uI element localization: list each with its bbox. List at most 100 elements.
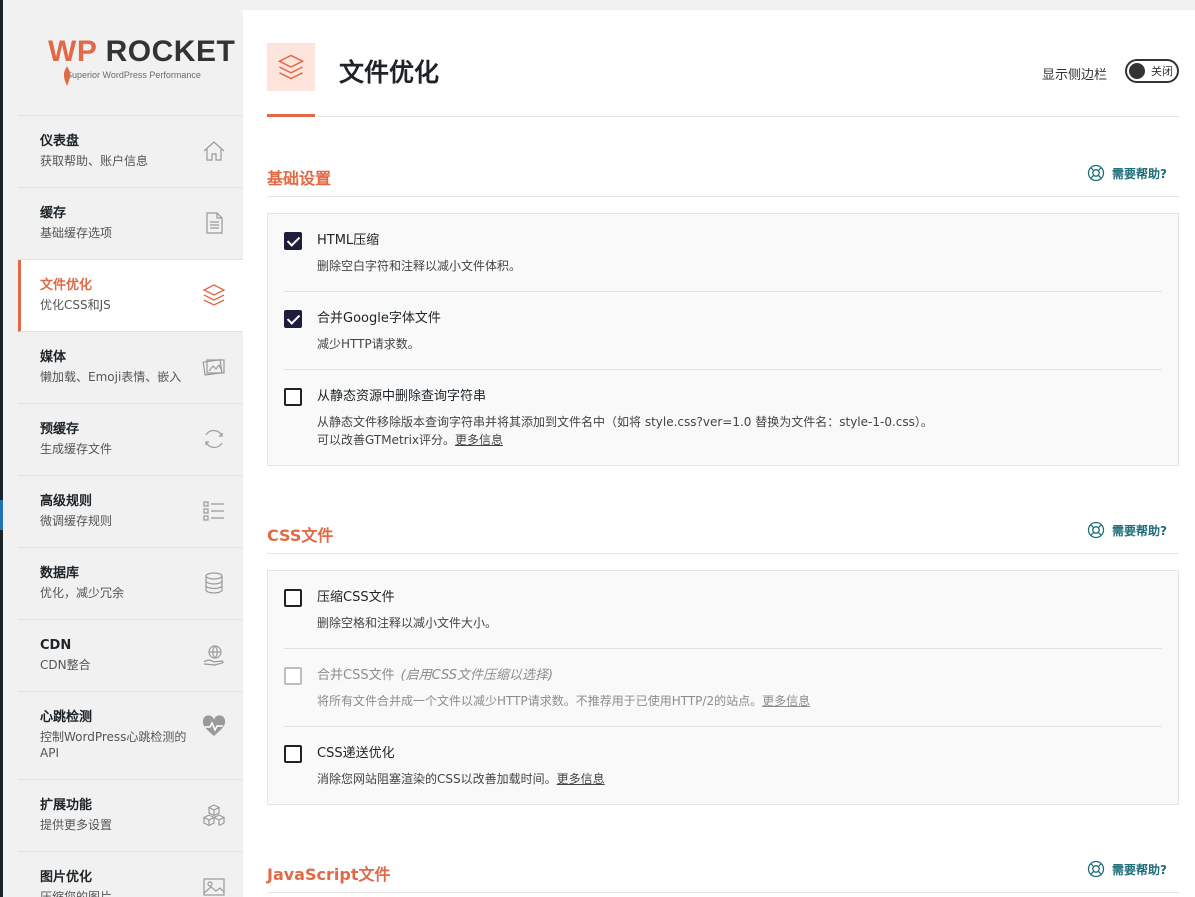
help-label: 需要帮助?	[1112, 862, 1167, 877]
option-description-text: 可以改善GTMetrix评分。	[317, 433, 456, 447]
nav-item-subtitle: 微调缓存规则	[40, 514, 113, 528]
option-label: 合并CSS文件 (启用CSS文件压缩以选择)	[317, 667, 1162, 685]
sidebar: WP ROCKET Superior WordPress Performance…	[3, 0, 243, 897]
option-label: HTML压缩	[317, 233, 380, 248]
lifebuoy-icon	[1087, 521, 1105, 539]
rocket-flame-icon	[63, 66, 71, 86]
checkbox-optimize-css-delivery[interactable]	[284, 745, 302, 763]
option-description: 减少HTTP请求数。	[317, 337, 420, 351]
nav-item-cdn[interactable]: CDN CDN整合	[18, 620, 243, 692]
nav-item-subtitle: 获取帮助、账户信息	[40, 154, 149, 168]
nav-item-database[interactable]: 数据库 优化，减少冗余	[18, 548, 243, 620]
nav-item-subtitle: 基础缓存选项	[40, 226, 113, 240]
nav-item-cache[interactable]: 缓存 基础缓存选项	[18, 188, 243, 260]
nav-item-advanced-rules[interactable]: 高级规则 微调缓存规则	[18, 476, 243, 548]
option-description-text: 消除您网站阻塞渲染的CSS以改善加载时间。	[317, 772, 557, 786]
option-description: 消除您网站阻塞渲染的CSS以改善加载时间。更多信息	[317, 770, 1162, 788]
option-description-text: 将所有文件合并成一个文件以减少HTTP请求数。不推荐用于已使用HTTP/2的站点…	[317, 694, 763, 708]
section-title: CSS文件	[267, 526, 334, 545]
checkbox-minify-html[interactable]	[284, 232, 302, 250]
option-combine-google-fonts: 合并Google字体文件 减少HTTP请求数。	[284, 292, 1162, 370]
toggle-state-text: 关闭	[1151, 65, 1173, 78]
help-label: 需要帮助?	[1112, 166, 1167, 181]
option-description-line: 从静态文件移除版本查询字符串并将其添加到文件名中（如将 style.css?ve…	[317, 415, 933, 429]
page-header: 文件优化 显示侧边栏 关闭	[267, 10, 1179, 117]
home-icon	[201, 138, 227, 164]
section-title: JavaScript文件	[267, 865, 391, 884]
layers-icon	[201, 282, 227, 308]
checkbox-remove-query-strings[interactable]	[284, 388, 302, 406]
option-minify-css: 压缩CSS文件 删除空格和注释以减小文件大小。	[284, 571, 1162, 649]
list-icon	[201, 498, 227, 524]
nav-item-image-optimization[interactable]: 图片优化 压缩您的图片	[18, 852, 243, 897]
toggle-knob	[1129, 63, 1145, 79]
header-accent-bar	[267, 114, 315, 117]
wp-rocket-logo: WP ROCKET Superior WordPress Performance	[18, 0, 243, 116]
page-title: 文件优化	[339, 58, 440, 87]
option-description-line-2: 可以改善GTMetrix评分。更多信息	[317, 431, 1162, 449]
option-remove-query-strings: 从静态资源中删除查询字符串 从静态文件移除版本查询字符串并将其添加到文件名中（如…	[284, 370, 1162, 465]
logo-rocket: ROCKET	[96, 35, 236, 68]
help-label: 需要帮助?	[1112, 523, 1167, 538]
image-icon	[201, 874, 227, 897]
more-info-link[interactable]: 更多信息	[455, 433, 503, 447]
lifebuoy-icon	[1087, 860, 1105, 878]
nav-item-addons[interactable]: 扩展功能 提供更多设置	[18, 780, 243, 852]
checkbox-combine-google-fonts[interactable]	[284, 310, 302, 328]
heartbeat-icon	[201, 714, 227, 740]
option-label-text: 合并CSS文件	[317, 668, 395, 683]
option-description: 将所有文件合并成一个文件以减少HTTP请求数。不推荐用于已使用HTTP/2的站点…	[317, 692, 1162, 710]
refresh-icon	[201, 426, 227, 452]
help-link[interactable]: 需要帮助?	[1087, 521, 1167, 539]
section-title: 基础设置	[267, 169, 332, 188]
header-layers-icon	[267, 43, 315, 91]
nav-item-file-optimization[interactable]: 文件优化 优化CSS和JS	[18, 260, 243, 332]
settings-panel-css: 压缩CSS文件 删除空格和注释以减小文件大小。 合并CSS文件 (启用CSS文件压…	[267, 570, 1179, 805]
option-minify-html: HTML压缩 删除空白字符和注释以减小文件体积。	[284, 214, 1162, 292]
settings-nav: 仪表盘 获取帮助、账户信息 缓存 基础缓存选项 文件优化 优化CSS和JS 媒体…	[18, 116, 243, 897]
globe-hand-icon	[201, 642, 227, 668]
option-label: CSS递送优化	[317, 746, 395, 761]
help-link[interactable]: 需要帮助?	[1087, 164, 1167, 182]
checkbox-combine-css[interactable]	[284, 667, 302, 685]
option-label: 从静态资源中删除查询字符串	[317, 389, 487, 404]
lifebuoy-icon	[1087, 164, 1105, 182]
logo-tagline: Superior WordPress Performance	[66, 70, 201, 80]
more-info-link[interactable]: 更多信息	[557, 772, 605, 786]
nav-item-subtitle: 控制WordPress心跳检测的API	[40, 730, 187, 760]
nav-item-preload[interactable]: 预缓存 生成缓存文件	[18, 404, 243, 476]
section-header-basic: 基础设置 需要帮助?	[267, 157, 1179, 197]
option-description: 从静态文件移除版本查询字符串并将其添加到文件名中（如将 style.css?ve…	[317, 413, 1162, 449]
checkbox-minify-css[interactable]	[284, 589, 302, 607]
nav-item-heartbeat[interactable]: 心跳检测 控制WordPress心跳检测的API	[18, 692, 243, 780]
nav-item-subtitle: 压缩您的图片	[40, 890, 113, 897]
help-link[interactable]: 需要帮助?	[1087, 860, 1167, 878]
main-content: 文件优化 显示侧边栏 关闭 基础设置 需要帮助? HTML压缩 删除空白字符和注…	[243, 10, 1195, 897]
logo-wordmark: WP ROCKET	[48, 35, 243, 68]
section-header-js: JavaScript文件 需要帮助?	[267, 853, 1179, 893]
option-note: (启用CSS文件压缩以选择)	[400, 668, 554, 683]
nav-item-dashboard[interactable]: 仪表盘 获取帮助、账户信息	[18, 116, 243, 188]
section-header-css: CSS文件 需要帮助?	[267, 514, 1179, 554]
settings-panel-basic: HTML压缩 删除空白字符和注释以减小文件体积。 合并Google字体文件 减少…	[267, 213, 1179, 466]
option-description: 删除空白字符和注释以减小文件体积。	[317, 259, 522, 273]
nav-item-subtitle: 优化，减少冗余	[40, 586, 125, 600]
nav-item-media[interactable]: 媒体 懒加载、Emoji表情、嵌入	[18, 332, 243, 404]
option-optimize-css-delivery: CSS递送优化 消除您网站阻塞渲染的CSS以改善加载时间。更多信息	[284, 727, 1162, 804]
option-label: 压缩CSS文件	[317, 590, 395, 605]
images-icon	[201, 354, 227, 380]
option-label: 合并Google字体文件	[317, 311, 441, 326]
database-icon	[201, 570, 227, 596]
boxes-icon	[201, 802, 227, 828]
nav-item-subtitle: 提供更多设置	[40, 818, 113, 832]
more-info-link[interactable]: 更多信息	[762, 694, 810, 708]
option-description: 删除空格和注释以减小文件大小。	[317, 616, 498, 630]
sidebar-toggle-label: 显示侧边栏	[1041, 68, 1107, 83]
option-combine-css: 合并CSS文件 (启用CSS文件压缩以选择) 将所有文件合并成一个文件以减少HTT…	[284, 649, 1162, 727]
nav-item-subtitle: 优化CSS和JS	[40, 298, 111, 312]
nav-item-subtitle: 生成缓存文件	[40, 442, 113, 456]
logo-wp: WP	[48, 35, 97, 68]
nav-item-subtitle: CDN整合	[40, 658, 91, 672]
document-icon	[201, 210, 227, 236]
sidebar-toggle[interactable]: 关闭	[1125, 59, 1179, 83]
